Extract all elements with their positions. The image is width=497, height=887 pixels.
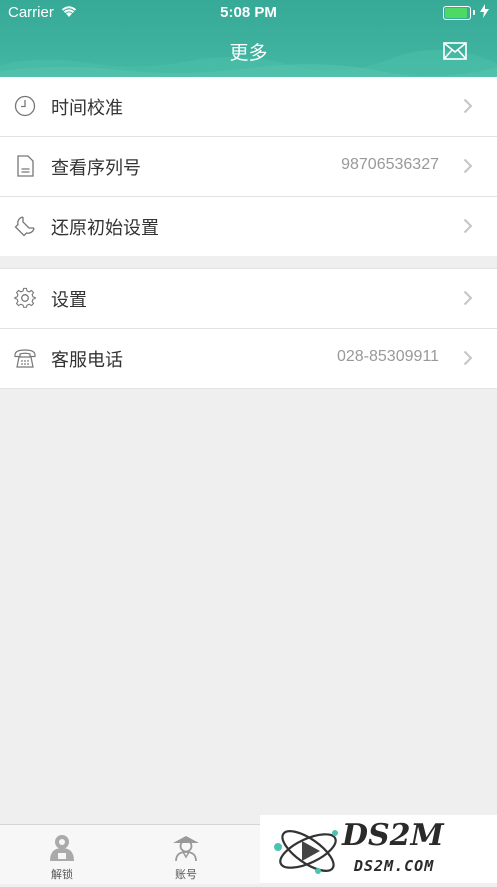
status-bar: Carrier 5:08 PM xyxy=(0,0,497,26)
page-title: 更多 xyxy=(229,42,268,64)
menu-group-1: 时间校准 查看序列号 98706536327 还原初始设置 xyxy=(0,77,497,256)
menu-row-label: 还原初始设置 xyxy=(51,218,159,239)
watermark-logo-text: DS2M xyxy=(341,818,445,853)
chevron-right-icon xyxy=(463,290,473,306)
gear-icon xyxy=(14,287,36,308)
battery-cap xyxy=(473,10,475,15)
clock-icon xyxy=(14,95,36,117)
menu-row-factory-reset[interactable]: 还原初始设置 xyxy=(0,197,497,256)
watermark-site-text: DS2M.COM xyxy=(353,857,434,875)
battery-icon xyxy=(443,6,471,20)
menu-row-serial-number[interactable]: 查看序列号 98706536327 xyxy=(0,137,497,197)
menu-row-label: 设置 xyxy=(51,290,87,311)
navigation-header: Carrier 5:08 PM 更多 xyxy=(0,0,497,77)
menu-row-settings[interactable]: 设置 xyxy=(0,269,497,329)
tab-bar: 解锁 账号 xyxy=(0,824,260,884)
tab-unlock[interactable]: 解锁 xyxy=(0,825,124,884)
chevron-right-icon xyxy=(463,158,473,174)
service-phone-value: 028-85309911 xyxy=(336,348,439,365)
chevron-right-icon xyxy=(463,350,473,366)
charging-bolt-icon xyxy=(480,4,489,18)
chevron-right-icon xyxy=(463,98,473,114)
wrench-icon xyxy=(14,216,35,237)
tab-label: 解锁 xyxy=(51,868,73,881)
chevron-right-icon xyxy=(463,218,473,234)
tab-account[interactable]: 账号 xyxy=(124,825,248,884)
menu-row-time-calibration[interactable]: 时间校准 xyxy=(0,77,497,137)
mail-icon[interactable] xyxy=(443,42,467,60)
atom-logo-icon: DS2M DS2M.COM xyxy=(274,818,445,875)
tab-label: 账号 xyxy=(175,868,197,881)
menu-group-2: 设置 客服电话 028-85309911 xyxy=(0,268,497,389)
document-icon xyxy=(17,155,34,177)
serial-number-value: 98706536327 xyxy=(341,156,439,173)
menu-row-label: 客服电话 xyxy=(51,350,123,371)
account-person-icon xyxy=(173,836,199,862)
telephone-icon xyxy=(14,349,36,368)
watermark-logo: DS2M DS2M.COM xyxy=(260,815,497,883)
unlock-person-icon xyxy=(50,835,74,861)
menu-row-label: 时间校准 xyxy=(51,98,123,119)
status-time: 5:08 PM xyxy=(220,4,277,21)
menu-row-customer-service-phone[interactable]: 客服电话 028-85309911 xyxy=(0,329,497,388)
battery-fill xyxy=(445,8,467,18)
menu-row-label: 查看序列号 xyxy=(51,158,141,179)
